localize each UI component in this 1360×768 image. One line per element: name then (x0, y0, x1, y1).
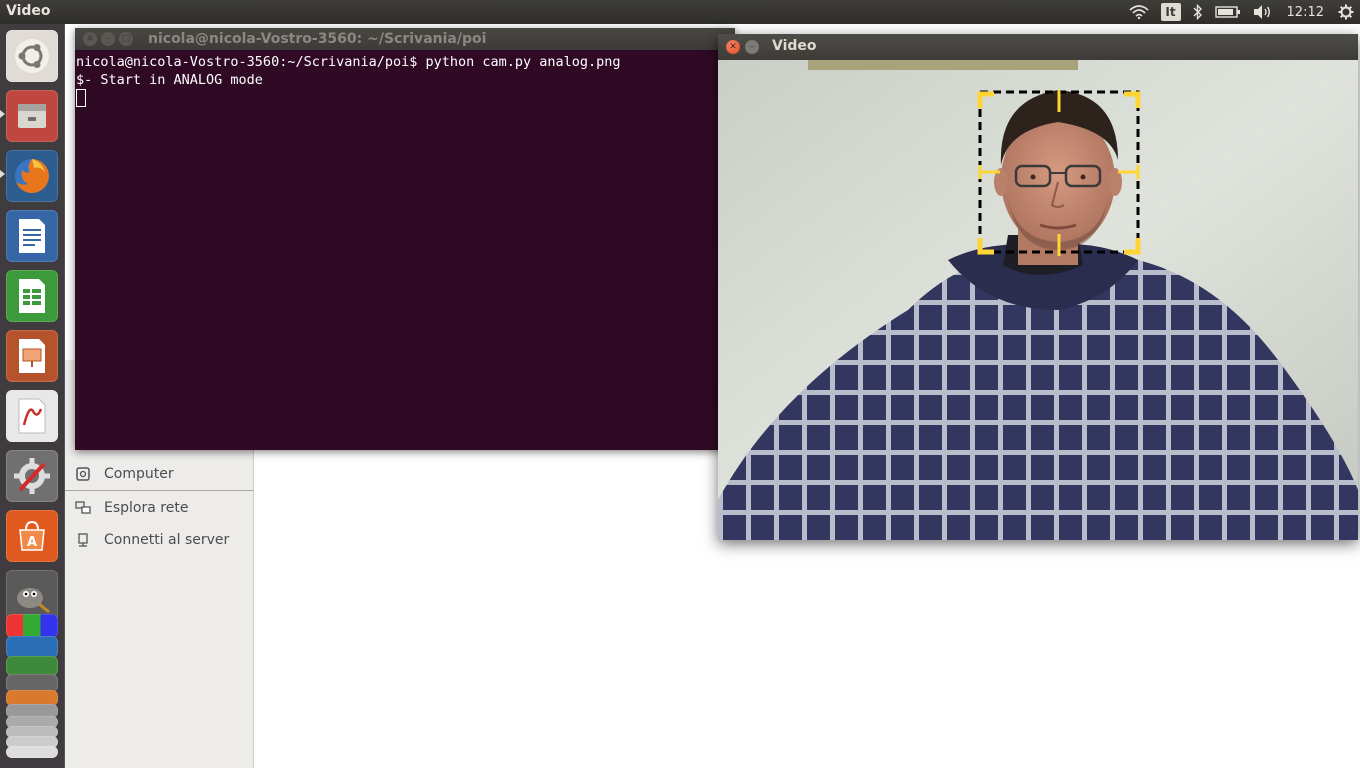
ubuntu-dash-icon[interactable] (6, 30, 58, 82)
stacked-app-icon-3[interactable] (6, 656, 58, 676)
system-settings-icon[interactable] (6, 450, 58, 502)
webcam-image (718, 60, 1358, 540)
terminal-body[interactable]: nicola@nicola-Vostro-3560:~/Scrivania/po… (75, 50, 735, 110)
libreoffice-impress-icon[interactable] (6, 330, 58, 382)
document-viewer-icon[interactable] (6, 390, 58, 442)
firefox-icon[interactable] (6, 150, 58, 202)
indicator-area: It 12:12 (1123, 0, 1360, 24)
bluetooth-icon[interactable] (1193, 0, 1203, 24)
clock[interactable]: 12:12 (1287, 0, 1324, 24)
launcher: A (0, 24, 65, 768)
text-cursor (76, 89, 86, 107)
top-panel: Video It 12:12 (0, 0, 1360, 24)
terminal-window[interactable]: ✕ – □ nicola@nicola-Vostro-3560: ~/Scriv… (75, 28, 735, 450)
sidebar-separator (65, 490, 253, 491)
sidebar-item-connect-server[interactable]: Connetti al server (75, 529, 229, 551)
files-running-indicator (0, 110, 5, 118)
sidebar-item-computer[interactable]: Computer (75, 463, 174, 485)
terminal-titlebar[interactable]: ✕ – □ nicola@nicola-Vostro-3560: ~/Scriv… (75, 28, 735, 50)
terminal-line: $- Start in ANALOG mode (76, 72, 263, 88)
terminal-line: nicola@nicola-Vostro-3560:~/Scrivania/po… (76, 54, 621, 70)
battery-icon[interactable] (1214, 0, 1241, 24)
settings-gear-icon[interactable] (1338, 0, 1354, 24)
close-icon[interactable]: ✕ (726, 40, 740, 54)
stacked-app-icon-10[interactable] (6, 746, 58, 758)
computer-icon (75, 466, 91, 482)
webcam-video-frame (718, 60, 1358, 540)
video-titlebar[interactable]: ✕ – Video (718, 34, 1358, 60)
minimize-icon[interactable]: – (745, 40, 759, 54)
video-title: Video (772, 38, 817, 54)
active-app-title: Video (6, 3, 51, 19)
files-app-icon[interactable] (6, 90, 58, 142)
svg-text:A: A (27, 535, 37, 550)
close-icon[interactable]: ✕ (83, 32, 97, 46)
maximize-icon[interactable]: □ (119, 32, 133, 46)
sidebar-item-label: Computer (104, 466, 174, 482)
software-center-icon[interactable]: A (6, 510, 58, 562)
wifi-icon[interactable] (1129, 0, 1149, 24)
network-icon (75, 500, 91, 516)
keyboard-layout-label: It (1160, 3, 1181, 21)
libreoffice-writer-icon[interactable] (6, 210, 58, 262)
video-window[interactable]: ✕ – Video (718, 34, 1358, 540)
terminal-title: nicola@nicola-Vostro-3560: ~/Scrivania/p… (148, 31, 487, 47)
sidebar-item-network[interactable]: Esplora rete (75, 497, 188, 519)
volume-icon[interactable] (1253, 0, 1273, 24)
sidebar-item-label: Esplora rete (104, 500, 189, 516)
libreoffice-calc-icon[interactable] (6, 270, 58, 322)
stacked-app-icon-2[interactable] (6, 636, 58, 658)
server-icon (75, 532, 91, 548)
stacked-app-icon-1[interactable] (6, 614, 58, 638)
sidebar-item-label: Connetti al server (104, 532, 230, 548)
keyboard-layout-indicator[interactable]: It (1160, 0, 1181, 24)
firefox-running-indicator (0, 170, 5, 178)
minimize-icon[interactable]: – (101, 32, 115, 46)
